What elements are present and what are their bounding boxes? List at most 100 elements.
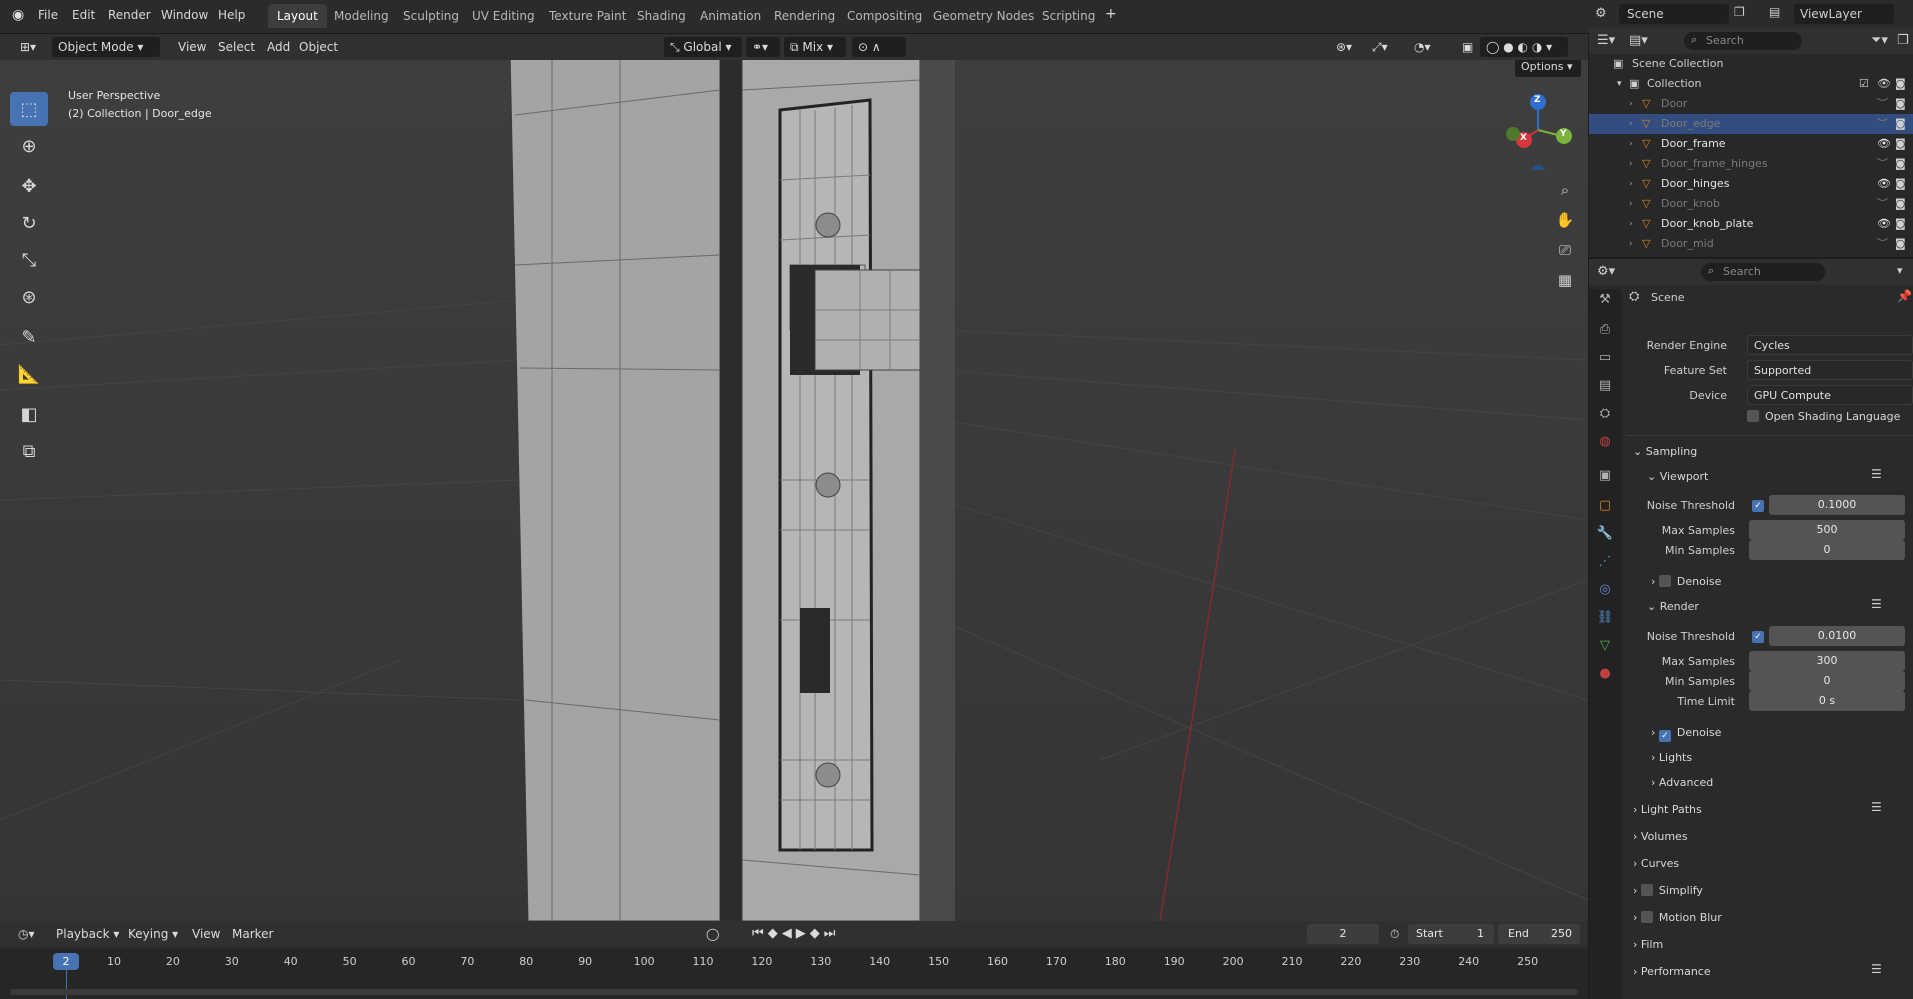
add-cube-icon[interactable]: ◧ bbox=[10, 397, 48, 431]
end-frame-field[interactable]: End 250 bbox=[1498, 924, 1580, 944]
menu-view[interactable]: View bbox=[172, 37, 212, 57]
annotate-icon[interactable]: ✎ bbox=[10, 320, 48, 354]
sampling-panel-header[interactable]: ⌄ Sampling bbox=[1633, 445, 1697, 458]
outliner-item[interactable]: › ▽ Door_frame_hinges ︶ ◙ bbox=[1589, 154, 1913, 174]
add-object-icon[interactable]: ⧉ bbox=[10, 434, 48, 468]
add-workspace-button[interactable]: + bbox=[1105, 6, 1117, 22]
material-tab-icon[interactable]: ● bbox=[1595, 663, 1615, 683]
pin-icon[interactable]: 📌 bbox=[1897, 289, 1912, 303]
outliner-item[interactable]: › ▽ Door_frame 👁 ◙ bbox=[1589, 134, 1913, 154]
shading-modes[interactable]: ◯ ● ◐ ◑ ▾ bbox=[1480, 37, 1568, 57]
tab-layout[interactable]: Layout bbox=[268, 4, 327, 28]
playhead[interactable]: 2 bbox=[53, 953, 79, 970]
camera-view-icon[interactable]: ⎚ bbox=[1551, 236, 1579, 264]
menu-file[interactable]: File bbox=[38, 8, 58, 22]
eye-closed-icon[interactable]: ︶ bbox=[1877, 114, 1888, 134]
outliner-item[interactable]: › ▽ Door ︶ ◙ bbox=[1589, 94, 1913, 114]
volumes-panel[interactable]: › Volumes bbox=[1633, 830, 1688, 843]
particles-tab-icon[interactable]: ⋰ bbox=[1595, 551, 1615, 571]
curves-panel[interactable]: › Curves bbox=[1633, 857, 1679, 870]
blender-logo-icon[interactable]: ◉ bbox=[12, 7, 30, 25]
playback-menu[interactable]: Playback ▾ bbox=[50, 924, 125, 944]
keying-menu[interactable]: Keying ▾ bbox=[122, 924, 184, 944]
pan-hand-icon[interactable]: ✋ bbox=[1551, 206, 1579, 234]
physics-tab-icon[interactable]: ◎ bbox=[1595, 579, 1615, 599]
current-frame-field[interactable]: 2 bbox=[1307, 924, 1379, 944]
xray-toggle-icon[interactable]: ▣ bbox=[1456, 37, 1479, 57]
view-layer-tab-icon[interactable]: ▤ bbox=[1595, 375, 1615, 395]
tool-tab-icon[interactable]: ⚒ bbox=[1595, 289, 1615, 309]
eye-closed-icon[interactable]: ︶ bbox=[1877, 194, 1888, 214]
filter-icon[interactable]: ⏷▾ bbox=[1871, 33, 1888, 48]
clock-icon[interactable]: ⏱ bbox=[1384, 924, 1405, 944]
render-min-samples-field[interactable]: 0 bbox=[1749, 671, 1905, 691]
tab-uv-editing[interactable]: UV Editing bbox=[463, 4, 544, 28]
playback-controls[interactable]: ⏮◆◀▶◆⏭ bbox=[746, 924, 845, 944]
visibility-icon[interactable]: ⊛▾ bbox=[1330, 37, 1358, 57]
time-limit-field[interactable]: 0 s bbox=[1749, 691, 1905, 711]
snap-dropdown[interactable]: ⧉ Mix ▾ bbox=[784, 37, 846, 57]
move-icon[interactable]: ✥ bbox=[10, 169, 48, 203]
tab-shading[interactable]: Shading bbox=[628, 4, 695, 28]
properties-search-field[interactable]: ⌕ Search bbox=[1701, 263, 1825, 281]
overlays-icon[interactable]: ◔▾ bbox=[1408, 37, 1437, 57]
chevron-down-icon[interactable]: ▾ bbox=[1617, 74, 1622, 94]
outliner-search-field[interactable]: ⌕ Search bbox=[1684, 32, 1802, 50]
menu-select[interactable]: Select bbox=[212, 37, 261, 57]
transform-icon[interactable]: ⊛ bbox=[10, 280, 48, 314]
object-mode-dropdown[interactable]: Object Mode ▾ bbox=[52, 37, 160, 57]
constraints-tab-icon[interactable]: ⛓ bbox=[1595, 607, 1615, 627]
list-icon[interactable]: ☰ bbox=[1871, 962, 1882, 976]
menu-object[interactable]: Object bbox=[293, 37, 344, 57]
auto-keying-icon[interactable]: ◯ bbox=[700, 924, 725, 944]
eye-icon[interactable]: 👁 bbox=[1877, 174, 1891, 194]
film-panel[interactable]: › Film bbox=[1633, 938, 1663, 951]
list-icon[interactable]: ☰ bbox=[1871, 800, 1882, 814]
menu-window[interactable]: Window bbox=[161, 8, 208, 22]
data-tab-icon[interactable]: ▽ bbox=[1595, 635, 1615, 655]
eye-icon[interactable]: 👁 bbox=[1877, 214, 1891, 234]
camera-icon[interactable]: ◙ bbox=[1895, 134, 1906, 154]
menu-render[interactable]: Render bbox=[108, 8, 151, 22]
view-layer-field[interactable]: ViewLayer bbox=[1794, 4, 1894, 24]
chevron-right-icon[interactable]: › bbox=[1629, 214, 1633, 234]
scale-icon[interactable]: ⤡ bbox=[10, 243, 48, 277]
camera-icon[interactable]: ◙ bbox=[1895, 194, 1906, 214]
collection-checkbox[interactable]: ☑ bbox=[1859, 74, 1869, 94]
menu-edit[interactable]: Edit bbox=[72, 8, 95, 22]
navigation-gizmo[interactable]: Z Y X bbox=[1500, 90, 1580, 179]
modifier-tab-icon[interactable]: 🔧 bbox=[1595, 523, 1615, 543]
world-tab-icon[interactable]: ◍ bbox=[1595, 431, 1615, 451]
simplify-panel[interactable]: › Simplify bbox=[1633, 884, 1703, 897]
render-max-samples-field[interactable]: 300 bbox=[1749, 651, 1905, 671]
render-tab-icon[interactable]: ⎙ bbox=[1595, 319, 1615, 339]
view-layer-icon[interactable]: ▤ bbox=[1769, 5, 1780, 19]
properties-editor-icon[interactable]: ⚙▾ bbox=[1597, 264, 1615, 279]
new-scene-icon[interactable]: ❐ bbox=[1734, 5, 1745, 19]
device-dropdown[interactable]: GPU Compute bbox=[1747, 385, 1913, 405]
perspective-toggle-icon[interactable]: ▦ bbox=[1551, 266, 1579, 294]
3d-viewport[interactable]: User Perspective (2) Collection | Door_e… bbox=[0, 60, 1588, 921]
new-collection-icon[interactable]: ❐ bbox=[1897, 33, 1909, 48]
proportional-edit-toggle[interactable]: ⊙ ∧ bbox=[852, 37, 906, 57]
chevron-right-icon[interactable]: › bbox=[1629, 154, 1633, 174]
camera-icon[interactable]: ◙ bbox=[1895, 74, 1906, 94]
tab-modeling[interactable]: Modeling bbox=[325, 4, 398, 28]
rotate-icon[interactable]: ↻ bbox=[10, 206, 48, 240]
timeline-view-menu[interactable]: View bbox=[186, 924, 226, 944]
render-noise-threshold-checkbox[interactable]: ✓ bbox=[1752, 631, 1764, 643]
editor-type-icon[interactable]: ⊞▾ bbox=[14, 37, 42, 57]
tab-rendering[interactable]: Rendering bbox=[765, 4, 844, 28]
camera-icon[interactable]: ◙ bbox=[1895, 154, 1906, 174]
options-dropdown[interactable]: Options ▾ bbox=[1515, 60, 1581, 77]
viewport-noise-threshold-checkbox[interactable]: ✓ bbox=[1752, 500, 1764, 512]
eye-closed-icon[interactable]: ︶ bbox=[1877, 234, 1888, 254]
performance-panel[interactable]: › Performance bbox=[1633, 965, 1711, 978]
tab-texture-paint[interactable]: Texture Paint bbox=[540, 4, 635, 28]
timeline-editor-icon[interactable]: ◷▾ bbox=[12, 924, 41, 944]
tab-animation[interactable]: Animation bbox=[691, 4, 770, 28]
scene-field[interactable]: Scene bbox=[1619, 4, 1729, 24]
chevron-right-icon[interactable]: › bbox=[1629, 194, 1633, 214]
viewport-noise-threshold-field[interactable]: 0.1000 bbox=[1769, 495, 1905, 515]
render-subpanel-header[interactable]: ⌄ Render bbox=[1647, 600, 1699, 613]
